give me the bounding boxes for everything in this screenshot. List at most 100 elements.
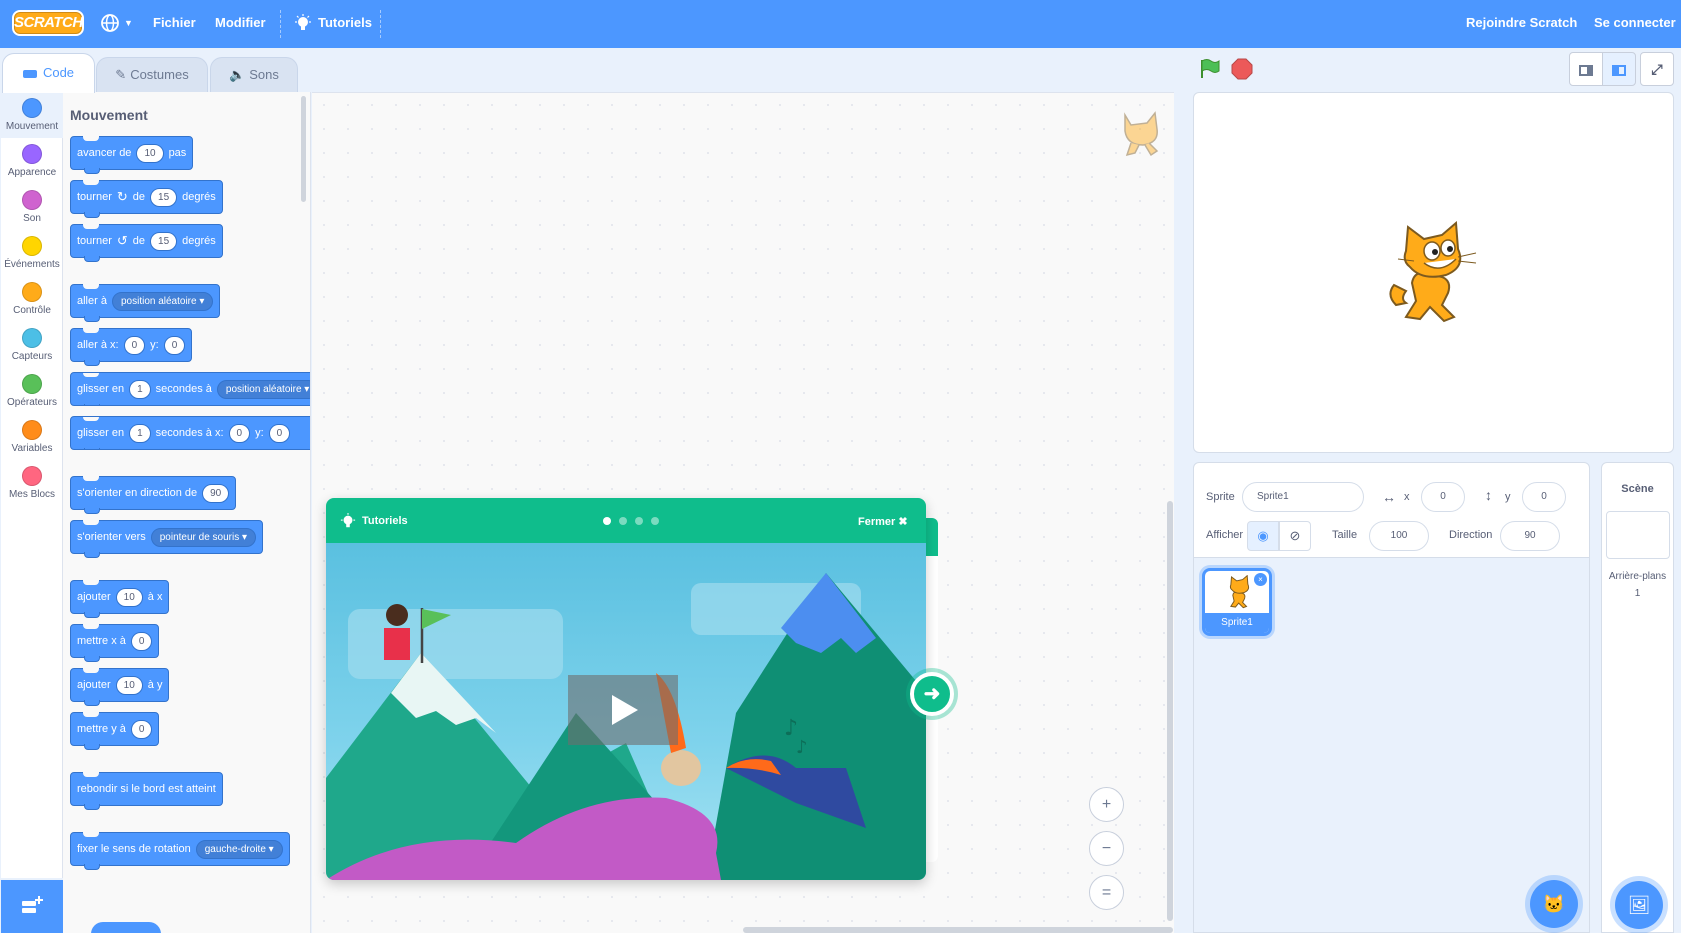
zoom-out-button[interactable]: − — [1089, 831, 1124, 866]
sprite-cat-icon[interactable] — [1384, 221, 1484, 325]
show-visible-button[interactable]: ◉ — [1247, 521, 1279, 551]
stage-canvas[interactable] — [1193, 92, 1674, 453]
zoom-reset-button[interactable]: = — [1089, 875, 1124, 910]
block-input[interactable]: 1 — [129, 423, 151, 443]
block-input[interactable]: 90 — [202, 483, 230, 503]
block-point-towards[interactable]: s'orienter vers pointeur de souris — [70, 520, 264, 558]
page-dot[interactable] — [651, 517, 659, 525]
block-dropdown[interactable]: pointeur de souris — [150, 527, 257, 547]
block-glide-to-xy[interactable]: glisser en 1 secondes à x: 0 y: 0 — [70, 416, 310, 450]
block-input[interactable]: 0 — [130, 631, 153, 651]
play-button[interactable] — [568, 675, 678, 745]
tab-code[interactable]: Code — [2, 53, 95, 93]
page-dot-active[interactable] — [603, 517, 611, 525]
block-input[interactable]: 10 — [115, 675, 143, 695]
zoom-out-icon: − — [1101, 840, 1112, 857]
block-set-rotation-style[interactable]: fixer le sens de rotation gauche-droite — [70, 832, 290, 870]
page-dot[interactable] — [635, 517, 643, 525]
block-input[interactable]: 0 — [268, 423, 291, 443]
category-variables[interactable]: Variables — [1, 414, 63, 460]
block-turn-right[interactable]: tourner ↻ de 15 degrés — [70, 180, 223, 218]
block-text: tourner — [77, 235, 112, 247]
category-control[interactable]: Contrôle — [1, 276, 63, 322]
svg-text:♪: ♪ — [796, 737, 808, 758]
block-input[interactable]: 1 — [129, 379, 151, 399]
block-bounce[interactable]: rebondir si le bord est atteint — [70, 772, 223, 810]
sprite-name-input[interactable]: Sprite1 — [1242, 482, 1364, 512]
block-text: s'orienter en direction de — [77, 487, 198, 499]
stage-selector-panel[interactable]: Scène Arrière-plans 1 🖼 — [1601, 462, 1674, 933]
tutorial-close-button[interactable]: Fermer ✖ — [858, 515, 908, 528]
block-move-steps[interactable]: avancer de 10 pas — [70, 136, 194, 174]
block-go-to-xy[interactable]: aller à x: 0 y: 0 — [70, 328, 193, 366]
partial-reporter-block[interactable] — [91, 922, 161, 933]
backdrop-plus-icon: 🖼 — [1627, 895, 1651, 915]
block-input[interactable]: 10 — [136, 143, 164, 163]
block-dropdown[interactable]: position aléatoire — [216, 379, 310, 399]
category-sensing[interactable]: Capteurs — [1, 322, 63, 368]
direction-input[interactable]: 90 — [1500, 521, 1560, 551]
fullscreen-icon: ⤢ — [1651, 61, 1663, 77]
block-dropdown[interactable]: position aléatoire — [111, 291, 214, 311]
tutorial-video-thumbnail[interactable]: ♪ ♪ — [326, 543, 926, 880]
sign-in-link[interactable]: Se connecter — [1594, 0, 1676, 48]
block-text: fixer le sens de rotation — [77, 843, 191, 855]
block-set-y[interactable]: mettre y à 0 — [70, 712, 160, 750]
green-flag-icon[interactable] — [1199, 58, 1221, 80]
tab-sounds-label: Sons — [249, 67, 279, 82]
block-glide-to[interactable]: glisser en 1 secondes à position aléatoire — [70, 372, 310, 406]
add-sprite-button[interactable]: 🐱 — [1530, 880, 1578, 928]
block-dropdown[interactable]: gauche-droite — [195, 839, 283, 859]
page-dot[interactable] — [619, 517, 627, 525]
block-input[interactable]: 15 — [150, 231, 178, 251]
file-menu[interactable]: Fichier — [153, 0, 196, 48]
tutorial-next-button[interactable]: ➜ — [910, 672, 954, 716]
fullscreen-button[interactable]: ⤢ — [1640, 52, 1674, 86]
show-hidden-button[interactable]: ⊘ — [1279, 521, 1311, 551]
block-go-to[interactable]: aller à position aléatoire — [70, 284, 221, 322]
add-extension-button[interactable] — [1, 880, 63, 933]
block-input[interactable]: 10 — [115, 587, 143, 607]
large-stage-button[interactable] — [1602, 52, 1636, 86]
block-input[interactable]: 15 — [150, 187, 178, 207]
block-point-in-direction[interactable]: s'orienter en direction de 90 — [70, 476, 237, 514]
block-turn-left[interactable]: tourner ↺ de 15 degrés — [70, 224, 223, 262]
x-input[interactable]: 0 — [1421, 482, 1465, 512]
add-backdrop-button[interactable]: 🖼 — [1615, 881, 1663, 929]
eye-slash-icon: ⊘ — [1289, 528, 1301, 543]
sprite-thumbnail[interactable]: Sprite1 × — [1202, 568, 1272, 636]
join-scratch-link[interactable]: Rejoindre Scratch — [1466, 0, 1577, 48]
block-input[interactable]: 0 — [123, 335, 146, 355]
edit-menu[interactable]: Modifier — [215, 0, 266, 48]
zoom-in-button[interactable]: + — [1089, 787, 1124, 822]
block-input[interactable]: 0 — [163, 335, 186, 355]
stop-icon[interactable] — [1231, 58, 1253, 80]
language-menu[interactable]: ▼ — [100, 0, 136, 48]
palette-scrollbar[interactable] — [301, 96, 306, 202]
y-input[interactable]: 0 — [1522, 482, 1566, 512]
category-events[interactable]: Événements — [1, 230, 63, 276]
size-input[interactable]: 100 — [1369, 521, 1429, 551]
block-input[interactable]: 0 — [130, 719, 153, 739]
category-operators[interactable]: Opérateurs — [1, 368, 63, 414]
category-looks[interactable]: Apparence — [1, 138, 63, 184]
block-text: y: — [255, 427, 264, 439]
block-input[interactable]: 0 — [228, 423, 251, 443]
backdrop-thumbnail[interactable] — [1605, 511, 1670, 559]
tab-sounds[interactable]: 🔈 Sons — [210, 57, 298, 92]
tutorials-menu[interactable]: Tutoriels — [294, 0, 372, 48]
workspace-scrollbar-h[interactable] — [743, 927, 1173, 933]
small-stage-button[interactable] — [1569, 52, 1603, 86]
block-change-y[interactable]: ajouter 10 à y — [70, 668, 170, 706]
scratch-logo[interactable]: SCRATCH — [12, 10, 84, 36]
delete-sprite-button[interactable]: × — [1254, 573, 1267, 586]
category-motion[interactable]: Mouvement — [1, 92, 63, 138]
category-menu: Mouvement Apparence Son Événements Contr… — [1, 92, 63, 878]
block-change-x[interactable]: ajouter 10 à x — [70, 580, 170, 618]
play-icon — [612, 695, 638, 725]
category-my-blocks[interactable]: Mes Blocs — [1, 460, 63, 506]
category-sound[interactable]: Son — [1, 184, 63, 230]
tab-costumes[interactable]: ✎ Costumes — [96, 57, 208, 92]
block-set-x[interactable]: mettre x à 0 — [70, 624, 160, 662]
workspace-scrollbar-v[interactable] — [1167, 501, 1173, 921]
